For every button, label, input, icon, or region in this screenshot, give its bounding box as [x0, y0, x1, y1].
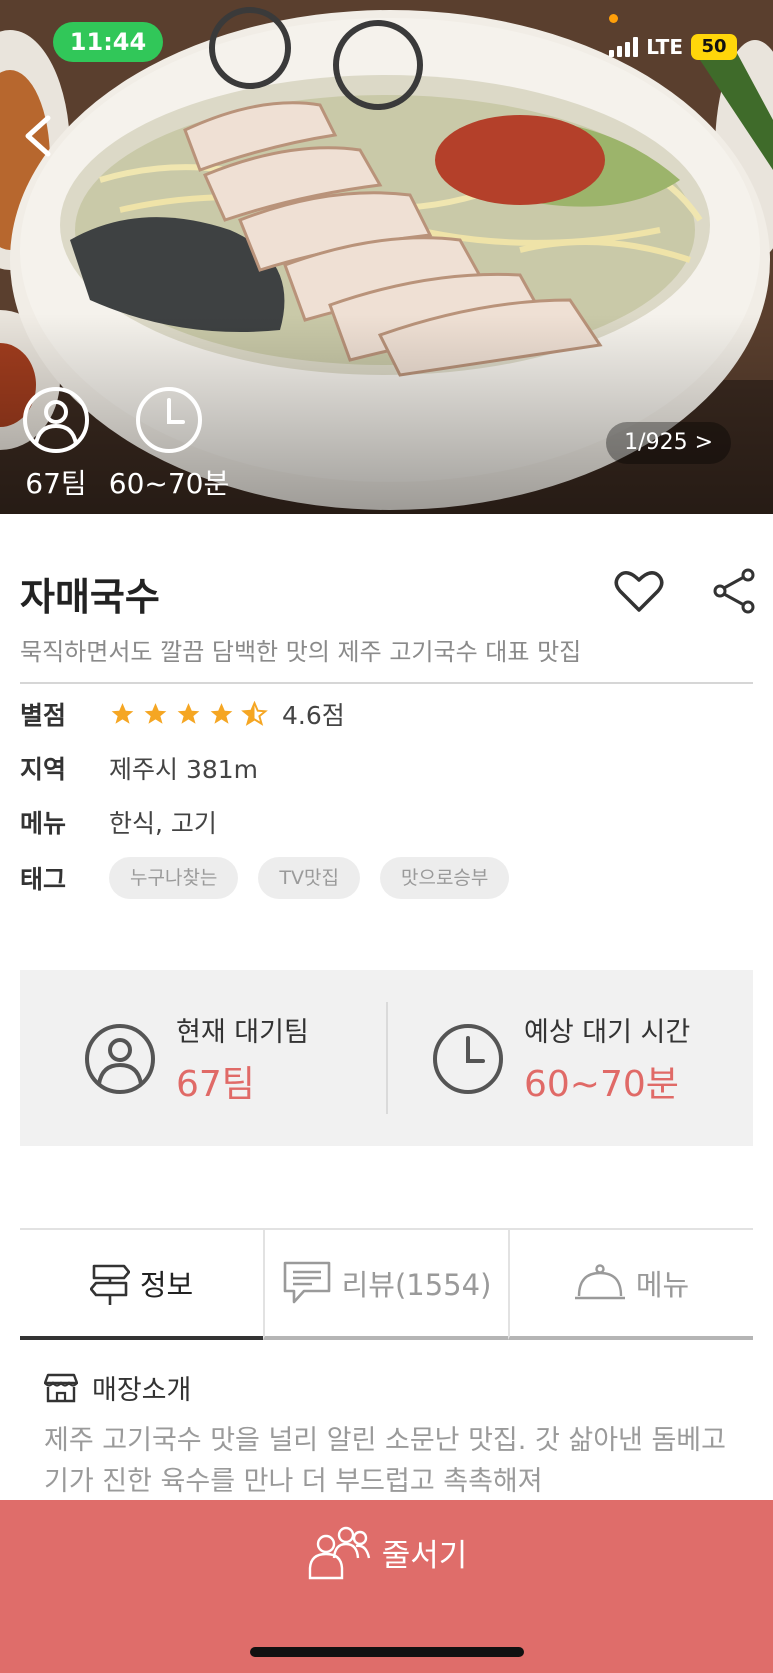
person-icon — [23, 387, 89, 453]
menu-value: 한식, 고기 — [109, 809, 217, 838]
rating-value-group: 4.6점 — [109, 696, 345, 732]
tag-chip[interactable]: TV맛집 — [258, 857, 360, 899]
restaurant-description: 묵직하면서도 깔끔 담백한 맛의 제주 고기국수 대표 맛집 — [20, 638, 582, 666]
share-icon — [713, 568, 755, 614]
tag-list: 누구나찾는 TV맛집 맛으로승부 — [109, 857, 529, 899]
menu-row: 메뉴 한식, 고기 — [20, 802, 217, 842]
back-button[interactable] — [14, 108, 64, 164]
network-type: LTE — [646, 35, 683, 59]
clock-icon — [136, 387, 202, 453]
chevron-left-icon — [25, 115, 51, 157]
home-indicator[interactable] — [250, 1647, 524, 1657]
star-icon — [210, 703, 233, 724]
store-intro-title: 매장소개 — [92, 1375, 192, 1406]
rating-label: 별점 — [20, 701, 67, 730]
tab-menu-label: 메뉴 — [635, 1268, 690, 1302]
tag-chip[interactable]: 누구나찾는 — [109, 857, 239, 899]
signal-icon — [609, 37, 639, 57]
tag-label: 태그 — [20, 865, 67, 894]
hero-photo[interactable]: 11:44 LTE 50 67팀 60~70분 1/925 > — [0, 0, 773, 514]
region-row: 지역 제주시 381m — [20, 748, 258, 788]
hero-wait-time-text: 60~70분 — [108, 467, 230, 500]
estimated-wait-label: 예상 대기 시간 — [524, 1017, 691, 1048]
status-icons: LTE 50 — [609, 34, 737, 60]
photo-counter-button[interactable]: 1/925 > — [606, 422, 731, 464]
wait-status-panel: 현재 대기팀 67팀 예상 대기 시간 60~70분 — [20, 970, 753, 1146]
store-intro-text: 제주 고기국수 맛을 널리 알린 소문난 맛집. 갓 삶아낸 돔베고기가 진한 … — [44, 1425, 726, 1497]
menu-label: 메뉴 — [20, 809, 67, 838]
battery-icon: 50 — [691, 34, 737, 60]
star-icon — [177, 703, 200, 724]
rating-row: 별점 4.6점 — [20, 694, 345, 734]
chat-bubble-icon — [283, 1261, 330, 1304]
estimated-wait-value: 60~70분 — [524, 1064, 679, 1105]
heart-icon — [614, 571, 664, 612]
current-wait-value: 67팀 — [176, 1064, 255, 1105]
tab-info-label: 정보 — [139, 1268, 194, 1302]
person-icon — [85, 1023, 155, 1094]
region-value: 제주시 381m — [109, 755, 259, 784]
tag-row: 태그 누구나찾는 TV맛집 맛으로승부 — [20, 856, 529, 900]
rating-value: 4.6점 — [282, 701, 345, 730]
cloche-icon — [574, 1264, 625, 1300]
estimated-wait-time: 예상 대기 시간 60~70분 — [432, 1010, 690, 1107]
store-intro-heading: 매장소개 — [44, 1368, 191, 1407]
current-wait-label: 현재 대기팀 — [176, 1017, 309, 1048]
tag-chip[interactable]: 맛으로승부 — [379, 857, 510, 899]
half-star-icon — [241, 701, 268, 726]
privacy-indicator-dot — [609, 14, 618, 23]
hero-team-count-text: 67팀 — [25, 467, 87, 500]
restaurant-name: 자매국수 — [20, 575, 160, 619]
favorite-button[interactable] — [612, 566, 666, 616]
clock-icon — [433, 1023, 503, 1094]
tab-reviews-label: 리뷰(1554) — [341, 1268, 492, 1302]
wait-divider — [386, 1002, 388, 1114]
people-group-icon — [308, 1526, 370, 1580]
queue-button-content: 줄서기 — [0, 1524, 773, 1580]
signpost-icon — [89, 1264, 130, 1305]
section-divider — [20, 682, 753, 684]
star-icon — [144, 703, 167, 724]
status-time: 11:44 — [53, 22, 163, 62]
region-label: 지역 — [20, 755, 67, 784]
current-wait-teams: 현재 대기팀 67팀 — [84, 1010, 309, 1107]
detail-tabs: 정보 리뷰(1554) 메뉴 — [20, 1228, 753, 1340]
queue-button-label: 줄서기 — [381, 1537, 468, 1574]
share-button[interactable] — [712, 566, 756, 616]
star-icon — [111, 703, 134, 724]
store-icon — [44, 1373, 78, 1402]
tab-info[interactable]: 정보 — [20, 1230, 263, 1340]
star-rating — [109, 701, 268, 727]
hero-team-count: 67팀 — [20, 386, 92, 502]
tab-menu[interactable]: 메뉴 — [508, 1230, 753, 1340]
hero-wait-time: 60~70분 — [106, 386, 232, 502]
tab-reviews[interactable]: 리뷰(1554) — [263, 1230, 508, 1340]
